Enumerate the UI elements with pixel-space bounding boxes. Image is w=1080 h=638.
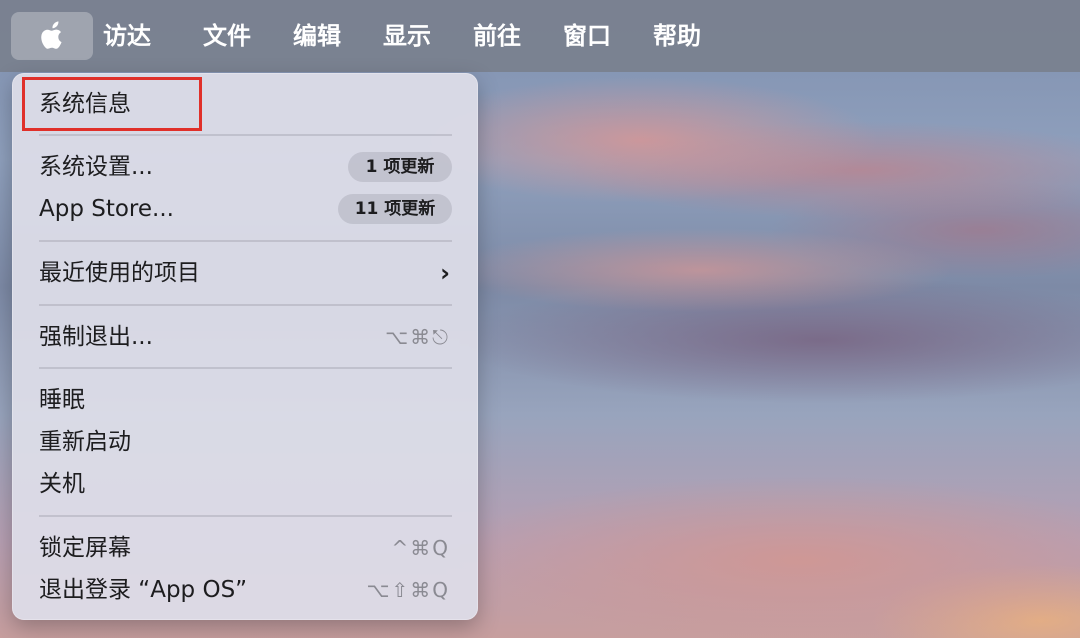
menu-bar: 访达 文件 编辑 显示 前往 窗口 帮助: [0, 0, 1080, 72]
menu-item-label: 锁定屏幕: [39, 535, 131, 561]
apple-logo-icon: [41, 21, 62, 49]
menu-divider: [39, 367, 452, 369]
menu-item-label: 最近使用的项目: [39, 260, 200, 286]
menu-item-recent-items[interactable]: 最近使用的项目 ›: [12, 252, 478, 294]
red-highlight-box: [22, 77, 202, 131]
apple-menu-button[interactable]: [11, 12, 93, 60]
apple-dropdown-menu: 系统信息 系统设置... 1 项更新 App Store... 11 项更新 最…: [12, 73, 478, 620]
keyboard-shortcut: ⌥⇧⌘Q: [366, 578, 450, 602]
menu-item-app-store[interactable]: App Store... 11 项更新: [12, 188, 478, 230]
menu-item-sleep[interactable]: 睡眠: [12, 379, 478, 421]
menubar-file[interactable]: 文件: [203, 12, 283, 60]
menubar-view[interactable]: 显示: [383, 12, 463, 60]
menu-divider: [39, 304, 452, 306]
menu-divider: [39, 134, 452, 136]
menu-item-label: 退出登录 “App OS”: [39, 577, 248, 603]
update-badge: 11 项更新: [338, 194, 452, 224]
keyboard-shortcut: ⌥⌘⎋: [385, 325, 450, 349]
menu-item-lock-screen[interactable]: 锁定屏幕 ^⌘Q: [12, 527, 478, 569]
menubar-finder[interactable]: 访达: [103, 12, 193, 60]
menubar-go[interactable]: 前往: [473, 12, 553, 60]
menu-item-shutdown[interactable]: 关机: [12, 463, 478, 505]
menu-item-label: 重新启动: [39, 429, 131, 455]
menu-divider: [39, 240, 452, 242]
menu-item-logout[interactable]: 退出登录 “App OS” ⌥⇧⌘Q: [12, 569, 478, 611]
menu-item-label: 睡眠: [39, 387, 85, 413]
menu-item-label: 关机: [39, 471, 85, 497]
keyboard-shortcut: ^⌘Q: [391, 536, 450, 560]
menu-item-system-settings[interactable]: 系统设置... 1 项更新: [12, 146, 478, 188]
chevron-right-icon: ›: [440, 259, 450, 287]
menu-item-label: 强制退出...: [39, 324, 153, 350]
menu-item-restart[interactable]: 重新启动: [12, 421, 478, 463]
menu-item-label: App Store...: [39, 196, 174, 222]
menu-item-force-quit[interactable]: 强制退出... ⌥⌘⎋: [12, 316, 478, 358]
menubar-help[interactable]: 帮助: [653, 12, 733, 60]
menu-divider: [39, 515, 452, 517]
menubar-window[interactable]: 窗口: [563, 12, 643, 60]
update-badge: 1 项更新: [348, 152, 452, 182]
menubar-edit[interactable]: 编辑: [293, 12, 373, 60]
menu-item-label: 系统设置...: [39, 154, 153, 180]
